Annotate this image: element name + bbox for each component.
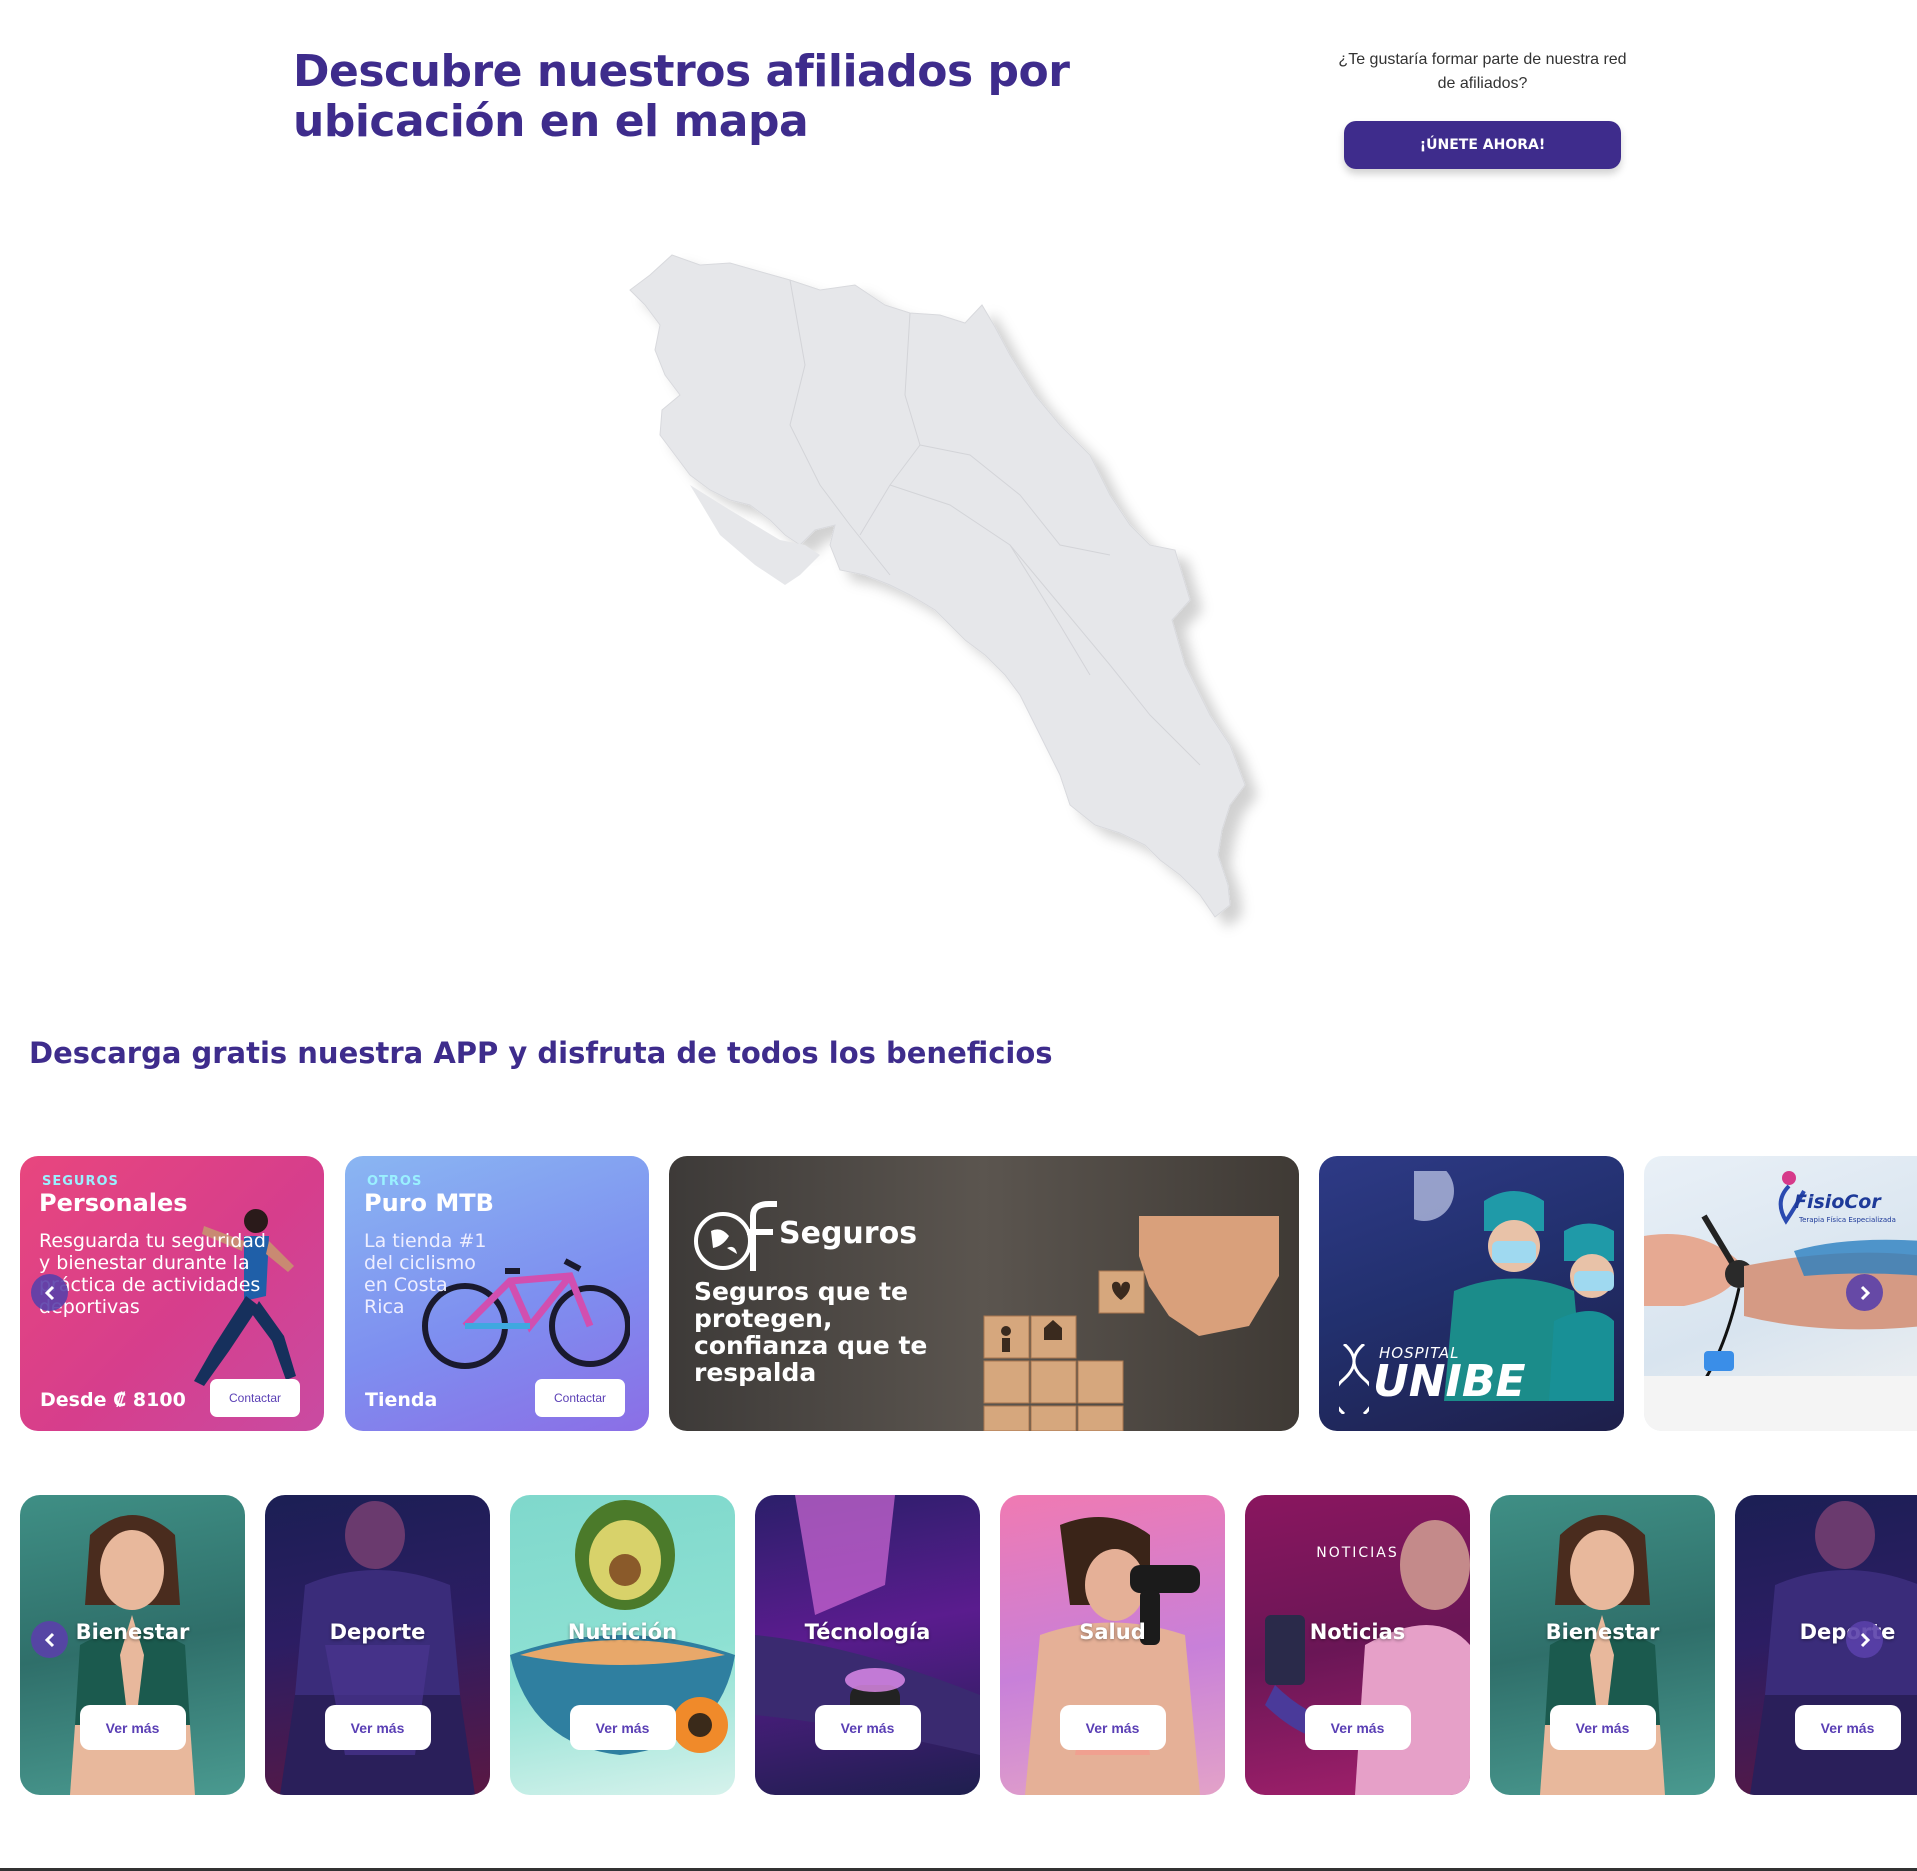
category-tile-deporte[interactable]: Deporte Ver más [265, 1495, 490, 1795]
fisiocor-subtitle: Terapia Física Especializada [1799, 1216, 1896, 1224]
map-country-shape[interactable] [629, 254, 1246, 918]
card-title: Personales [39, 1189, 188, 1217]
promo-carousel: SEGUROS Personales Resguarda tu segurida… [0, 1156, 1917, 1431]
wooden-blocks-image [983, 1216, 1279, 1431]
card-title: Puro MTB [364, 1189, 494, 1217]
ver-mas-button[interactable]: Ver más [1304, 1705, 1411, 1750]
woman-meditating-image [1540, 1515, 1665, 1795]
costa-rica-map[interactable] [590, 245, 1330, 945]
category-tile-bienestar-2[interactable]: Bienestar Ver más [1490, 1495, 1715, 1795]
tile-label: Salud [1079, 1620, 1146, 1644]
join-button[interactable]: ¡ÚNETE AHORA! [1344, 121, 1621, 169]
carousel-next-button[interactable] [1846, 1274, 1883, 1311]
chevron-right-icon [1860, 1285, 1870, 1300]
card-price: Desde ₡ 8100 [40, 1389, 186, 1411]
dna-icon [1339, 1344, 1369, 1414]
join-question: ¿Te gustaría formar parte de nuestra red… [1338, 51, 1627, 92]
man-with-phone-image [1265, 1520, 1470, 1795]
category-tile-salud[interactable]: Salud Ver más [1000, 1495, 1225, 1795]
ver-mas-button[interactable]: Ver más [79, 1705, 186, 1750]
ver-mas-button[interactable]: Ver más [1794, 1705, 1901, 1750]
athlete-image [280, 1501, 475, 1795]
ver-mas-button[interactable]: Ver más [814, 1705, 921, 1750]
category-tile-noticias[interactable]: NOTICIAS Noticias Ver más [1245, 1495, 1470, 1795]
map-svg [629, 254, 1246, 918]
category-tile-tecnologia[interactable]: Técnología Ver más [755, 1495, 980, 1795]
promo-card-hospital-unibe[interactable]: HOSPITAL UNIBE [1319, 1156, 1624, 1431]
contact-button[interactable]: Contactar [210, 1379, 300, 1417]
carousel-prev-button[interactable] [31, 1274, 68, 1311]
unibe-logo-big: UNIBE [1373, 1356, 1526, 1407]
tile-label: Deporte [1735, 1620, 1917, 1644]
category-next-button[interactable] [1846, 1621, 1883, 1658]
chevron-left-icon [44, 1632, 54, 1647]
category-carousel: Bienestar Ver más Deporte Ver más Nutric… [0, 1495, 1917, 1795]
app-section-title: Descarga gratis nuestra APP y disfruta d… [29, 1036, 1053, 1070]
category-tile-nutricion[interactable]: Nutrición Ver más [510, 1495, 735, 1795]
page-title: Descubre nuestros afiliados por ubicació… [293, 46, 1070, 147]
chevron-right-icon [1860, 1632, 1870, 1647]
promo-card-puro-mtb[interactable]: OTROS Puro MTB La tienda #1 del ciclismo… [345, 1156, 649, 1431]
card-description: Resguarda tu seguridad y bienestar duran… [39, 1230, 266, 1318]
join-box: ¿Te gustaría formar parte de nuestra red… [1330, 48, 1635, 169]
tile-label: Noticias [1309, 1620, 1406, 1644]
fisiocor-brand: FisioCor [1794, 1191, 1881, 1213]
card-category: OTROS [367, 1174, 423, 1189]
smartwatch-image [755, 1495, 980, 1755]
tile-label: Bienestar [1545, 1620, 1660, 1644]
food-bowl-image [510, 1500, 735, 1755]
category-tile-deporte-2[interactable]: Deporte Ver más [1735, 1495, 1917, 1795]
category-prev-button[interactable] [31, 1621, 68, 1658]
contact-button[interactable]: Contactar [535, 1379, 625, 1417]
tile-kicker: NOTICIAS [1316, 1545, 1399, 1561]
ver-mas-button[interactable]: Ver más [1059, 1705, 1166, 1750]
card-category: SEGUROS [42, 1174, 119, 1189]
athlete-image [1750, 1501, 1917, 1795]
tile-label: Nutrición [567, 1620, 678, 1644]
seguros-brand: Seguros [779, 1216, 918, 1251]
ver-mas-button[interactable]: Ver más [324, 1705, 431, 1750]
promo-card-af-seguros[interactable]: Seguros Seguros que te protegen, confian… [669, 1156, 1299, 1431]
ver-mas-button[interactable]: Ver más [569, 1705, 676, 1750]
chevron-left-icon [44, 1285, 54, 1300]
seguros-tagline: Seguros que te protegen, confianza que t… [694, 1277, 928, 1387]
tile-label: Técnología [804, 1620, 931, 1644]
massage-gun-image [1025, 1517, 1200, 1795]
ver-mas-button[interactable]: Ver más [1549, 1705, 1656, 1750]
card-description: La tienda #1 del ciclismo en Costa Rica [364, 1230, 487, 1318]
tile-label: Deporte [329, 1620, 426, 1644]
card-store-label: Tienda [365, 1389, 438, 1411]
